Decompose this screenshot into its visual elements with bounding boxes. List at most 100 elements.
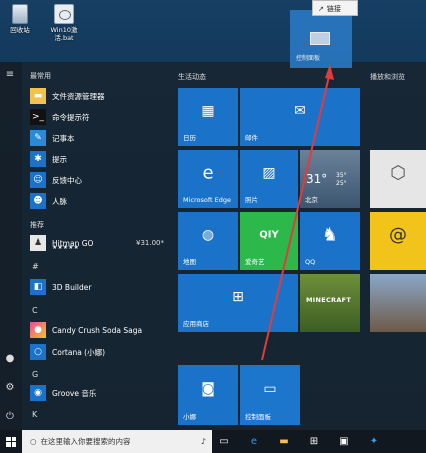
app-taskbar-icon[interactable]: ▣ — [336, 434, 352, 450]
app-tips[interactable]: ✱ 提示 — [30, 149, 170, 169]
microphone-icon[interactable]: ♪ — [201, 437, 206, 446]
photos-icon: ▨ — [262, 165, 276, 182]
tiles-header-play: 播放和浏览 — [370, 73, 405, 81]
app-label: Cortana (小娜) — [52, 347, 106, 357]
tile-mail[interactable]: ✉ 邮件 — [240, 88, 360, 146]
recycle-bin-icon — [12, 4, 28, 24]
tooltip-label: 链接 — [326, 5, 341, 13]
file-explorer-taskbar-icon[interactable]: ▬ — [276, 434, 292, 450]
taskbar-search-box[interactable]: ○ 在这里输入你要搜索的内容 ♪ — [22, 430, 212, 453]
groove-icon: ◉ — [30, 385, 46, 401]
bat-file-desktop-icon[interactable]: Win10激活.bat — [44, 4, 84, 42]
tile-label: 邮件 — [245, 134, 258, 142]
tile-qq[interactable]: ♞ QQ — [300, 212, 360, 270]
feedback-taskbar-icon[interactable]: ✦ — [366, 434, 382, 450]
hamburger-icon[interactable]: ≡ — [3, 68, 17, 82]
tile-maps[interactable]: ◍ 地图 — [178, 212, 238, 270]
weather-temp: 31° — [306, 172, 328, 186]
tile-cortana[interactable]: ◙ 小娜 — [178, 365, 238, 425]
tile-app-gray[interactable]: ⬡ — [370, 150, 426, 208]
recycle-bin-desktop-icon[interactable]: 回收站 — [0, 4, 40, 34]
app-feedback[interactable]: ☺ 反馈中心 — [30, 170, 170, 190]
windows-logo-icon — [6, 436, 16, 447]
app-label: 命令提示符 — [52, 112, 90, 122]
group-letter-hash[interactable]: # — [32, 262, 39, 271]
tile-landscape[interactable] — [370, 274, 426, 332]
cmd-icon: >_ — [30, 109, 46, 125]
tile-label: 爱奇艺 — [245, 258, 265, 266]
app-price: ¥31.00* — [136, 239, 164, 247]
task-view-icon[interactable]: ▭ — [216, 434, 232, 450]
minecraft-title: MINECRAFT — [306, 296, 352, 304]
tile-photos[interactable]: ▨ 照片 — [240, 150, 298, 208]
notepad-icon: ✎ — [30, 130, 46, 146]
settings-gear-icon[interactable]: ⚙ — [3, 381, 17, 395]
cortana-tile-icon: ◙ — [201, 381, 215, 397]
app-label: 3D Builder — [52, 282, 92, 292]
bat-file-icon — [54, 4, 74, 24]
app-notepad[interactable]: ✎ 记事本 — [30, 128, 170, 148]
tile-label: 控制面板 — [245, 413, 271, 421]
app-label: 反馈中心 — [52, 175, 82, 185]
app-groove[interactable]: ◉ Groove 音乐 — [30, 383, 170, 403]
most-used-header: 最常用 — [30, 72, 51, 80]
weather-high: 35° — [336, 172, 347, 179]
app-label: 记事本 — [52, 133, 75, 143]
tile-minecraft[interactable]: MINECRAFT — [300, 274, 360, 332]
store-taskbar-icon[interactable]: ⊞ — [306, 434, 322, 450]
folder-icon: ▬ — [30, 88, 46, 104]
group-letter-g[interactable]: G — [32, 370, 38, 379]
calendar-icon: ▦ — [201, 103, 215, 120]
iqiyi-logo-icon: QIY — [259, 229, 279, 241]
rating-stars: ★★★★★ — [52, 244, 79, 251]
desktop-icon-label: 回收站 — [10, 26, 30, 34]
start-button[interactable] — [0, 430, 22, 453]
group-letter-c[interactable]: C — [32, 306, 38, 315]
tile-weather[interactable]: 31° 35° 25° 北京 — [300, 150, 360, 208]
app-file-explorer[interactable]: ▬ 文件资源管理器 — [30, 86, 170, 106]
app-candy-crush[interactable]: ● Candy Crush Soda Saga — [30, 320, 170, 340]
tile-edge[interactable]: e Microsoft Edge — [178, 150, 238, 208]
app-label: 文件资源管理器 — [52, 91, 105, 101]
power-icon[interactable]: ⏻ — [3, 410, 17, 424]
tile-label: 照片 — [245, 196, 258, 204]
link-tooltip: ↗ 链接 — [312, 0, 358, 16]
suggested-app-hitman[interactable]: ♟ Hitman GO ¥31.00* ★★★★★ — [30, 232, 170, 254]
edge-icon: e — [202, 162, 214, 184]
search-placeholder: 在这里输入你要搜索的内容 — [40, 437, 131, 446]
people-icon: ☻ — [30, 193, 46, 209]
app-cortana[interactable]: ○ Cortana (小娜) — [30, 342, 170, 362]
dragged-tile-label: 控制面板 — [296, 55, 321, 62]
group-letter-k[interactable]: K — [32, 410, 37, 419]
user-avatar-icon[interactable]: ● — [3, 352, 17, 366]
search-icon: ○ — [30, 437, 37, 446]
tile-lock-app[interactable]: @ — [370, 212, 426, 270]
control-panel-icon — [310, 32, 330, 45]
start-menu-rail — [0, 62, 22, 430]
edge-taskbar-icon[interactable]: e — [246, 434, 262, 450]
tile-store[interactable]: ⊞ 应用商店 — [178, 274, 298, 332]
app-label: Candy Crush Soda Saga — [52, 325, 143, 335]
tile-label: 日历 — [183, 134, 196, 142]
tile-control-panel[interactable]: ▭ 控制面板 — [240, 365, 300, 425]
app-people[interactable]: ☻ 人脉 — [30, 191, 170, 211]
tile-label: 北京 — [305, 196, 318, 204]
app-label: Groove 音乐 — [52, 388, 97, 398]
store-bag-icon: ⊞ — [232, 289, 244, 306]
app-label: 人脉 — [52, 196, 67, 206]
app-3d-builder[interactable]: ◧ 3D Builder — [30, 277, 170, 297]
tile-label: 应用商店 — [183, 320, 209, 328]
tile-calendar[interactable]: ▦ 日历 — [178, 88, 238, 146]
candy-crush-icon: ● — [30, 322, 46, 338]
hexagon-icon: ⬡ — [390, 162, 406, 184]
control-panel-icon: ▭ — [263, 381, 277, 397]
mail-icon: ✉ — [294, 103, 306, 120]
app-cmd[interactable]: >_ 命令提示符 — [30, 107, 170, 127]
dragged-control-panel-tile[interactable]: 控制面板 — [290, 10, 352, 68]
lock-at-icon: @ — [389, 224, 407, 246]
link-arrow-icon: ↗ — [318, 5, 324, 13]
tile-iqiyi[interactable]: QIY 爱奇艺 — [240, 212, 298, 270]
tile-label: Microsoft Edge — [183, 196, 232, 204]
tile-label: QQ — [305, 258, 316, 266]
bulb-icon: ✱ — [30, 151, 46, 167]
